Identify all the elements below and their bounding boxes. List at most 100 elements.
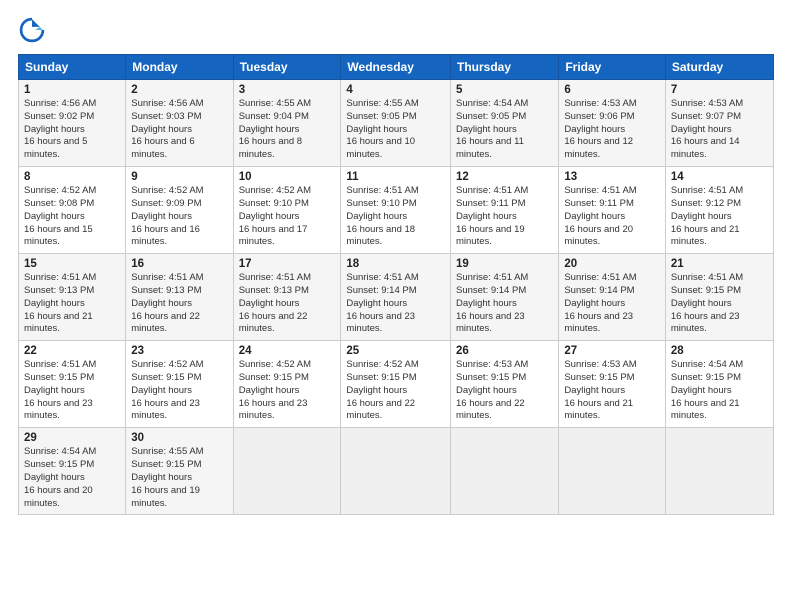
day-info: Sunrise: 4:52 AM Sunset: 9:15 PM Dayligh… — [131, 359, 227, 423]
sunset-label: Sunset: 9:15 PM — [346, 372, 416, 383]
day-cell: 4 Sunrise: 4:55 AM Sunset: 9:05 PM Dayli… — [341, 80, 451, 167]
daylight-value: 16 hours and 5 minutes. — [24, 136, 87, 160]
day-info: Sunrise: 4:51 AM Sunset: 9:11 PM Dayligh… — [456, 185, 553, 249]
sunset-label: Sunset: 9:15 PM — [131, 372, 201, 383]
day-info: Sunrise: 4:52 AM Sunset: 9:15 PM Dayligh… — [239, 359, 336, 423]
daylight-label: Daylight hours — [24, 385, 85, 396]
daylight-value: 16 hours and 21 minutes. — [671, 398, 740, 422]
sunset-label: Sunset: 9:11 PM — [564, 198, 634, 209]
week-row-2: 8 Sunrise: 4:52 AM Sunset: 9:08 PM Dayli… — [19, 167, 774, 254]
day-number: 7 — [671, 84, 768, 96]
day-number: 14 — [671, 171, 768, 183]
daylight-label: Daylight hours — [239, 385, 300, 396]
daylight-value: 16 hours and 19 minutes. — [456, 224, 525, 248]
daylight-label: Daylight hours — [564, 385, 625, 396]
day-info: Sunrise: 4:54 AM Sunset: 9:15 PM Dayligh… — [671, 359, 768, 423]
sunset-label: Sunset: 9:15 PM — [24, 372, 94, 383]
weekday-tuesday: Tuesday — [233, 55, 341, 80]
sunset-label: Sunset: 9:04 PM — [239, 111, 309, 122]
daylight-label: Daylight hours — [564, 211, 625, 222]
sunset-label: Sunset: 9:11 PM — [456, 198, 526, 209]
day-number: 3 — [239, 84, 336, 96]
daylight-value: 16 hours and 6 minutes. — [131, 136, 194, 160]
daylight-label: Daylight hours — [456, 124, 517, 135]
weekday-header-row: SundayMondayTuesdayWednesdayThursdayFrid… — [19, 55, 774, 80]
day-info: Sunrise: 4:51 AM Sunset: 9:11 PM Dayligh… — [564, 185, 660, 249]
day-number: 1 — [24, 84, 120, 96]
daylight-value: 16 hours and 22 minutes. — [456, 398, 525, 422]
day-number: 23 — [131, 345, 227, 357]
sunset-label: Sunset: 9:02 PM — [24, 111, 94, 122]
day-cell: 8 Sunrise: 4:52 AM Sunset: 9:08 PM Dayli… — [19, 167, 126, 254]
day-number: 6 — [564, 84, 660, 96]
week-row-1: 1 Sunrise: 4:56 AM Sunset: 9:02 PM Dayli… — [19, 80, 774, 167]
daylight-value: 16 hours and 23 minutes. — [564, 311, 633, 335]
daylight-value: 16 hours and 23 minutes. — [24, 398, 93, 422]
day-cell: 29 Sunrise: 4:54 AM Sunset: 9:15 PM Dayl… — [19, 428, 126, 515]
day-number: 17 — [239, 258, 336, 270]
day-cell: 6 Sunrise: 4:53 AM Sunset: 9:06 PM Dayli… — [559, 80, 666, 167]
day-info: Sunrise: 4:52 AM Sunset: 9:08 PM Dayligh… — [24, 185, 120, 249]
daylight-label: Daylight hours — [24, 472, 85, 483]
daylight-label: Daylight hours — [671, 298, 732, 309]
day-info: Sunrise: 4:51 AM Sunset: 9:13 PM Dayligh… — [131, 272, 227, 336]
day-number: 11 — [346, 171, 445, 183]
week-row-4: 22 Sunrise: 4:51 AM Sunset: 9:15 PM Dayl… — [19, 341, 774, 428]
daylight-value: 16 hours and 20 minutes. — [24, 485, 93, 509]
logo-icon — [18, 16, 46, 44]
day-number: 22 — [24, 345, 120, 357]
day-info: Sunrise: 4:51 AM Sunset: 9:12 PM Dayligh… — [671, 185, 768, 249]
daylight-value: 16 hours and 22 minutes. — [131, 311, 200, 335]
sunrise-label: Sunrise: 4:51 AM — [456, 272, 528, 283]
sunrise-label: Sunrise: 4:51 AM — [239, 272, 311, 283]
day-number: 27 — [564, 345, 660, 357]
daylight-label: Daylight hours — [564, 124, 625, 135]
daylight-label: Daylight hours — [131, 124, 192, 135]
daylight-label: Daylight hours — [24, 211, 85, 222]
day-info: Sunrise: 4:53 AM Sunset: 9:06 PM Dayligh… — [564, 98, 660, 162]
sunset-label: Sunset: 9:12 PM — [671, 198, 741, 209]
day-info: Sunrise: 4:51 AM Sunset: 9:13 PM Dayligh… — [239, 272, 336, 336]
weekday-friday: Friday — [559, 55, 666, 80]
daylight-value: 16 hours and 18 minutes. — [346, 224, 415, 248]
daylight-label: Daylight hours — [346, 124, 407, 135]
day-info: Sunrise: 4:56 AM Sunset: 9:03 PM Dayligh… — [131, 98, 227, 162]
daylight-label: Daylight hours — [239, 211, 300, 222]
day-cell — [233, 428, 341, 515]
day-cell: 26 Sunrise: 4:53 AM Sunset: 9:15 PM Dayl… — [451, 341, 559, 428]
day-info: Sunrise: 4:53 AM Sunset: 9:15 PM Dayligh… — [456, 359, 553, 423]
sunrise-label: Sunrise: 4:51 AM — [24, 359, 96, 370]
sunrise-label: Sunrise: 4:53 AM — [564, 98, 636, 109]
daylight-label: Daylight hours — [671, 124, 732, 135]
day-number: 20 — [564, 258, 660, 270]
day-number: 28 — [671, 345, 768, 357]
sunset-label: Sunset: 9:06 PM — [564, 111, 634, 122]
daylight-label: Daylight hours — [671, 211, 732, 222]
day-info: Sunrise: 4:54 AM Sunset: 9:05 PM Dayligh… — [456, 98, 553, 162]
day-number: 21 — [671, 258, 768, 270]
sunrise-label: Sunrise: 4:51 AM — [671, 272, 743, 283]
day-cell: 11 Sunrise: 4:51 AM Sunset: 9:10 PM Dayl… — [341, 167, 451, 254]
sunset-label: Sunset: 9:13 PM — [131, 285, 201, 296]
day-cell: 1 Sunrise: 4:56 AM Sunset: 9:02 PM Dayli… — [19, 80, 126, 167]
weekday-sunday: Sunday — [19, 55, 126, 80]
sunrise-label: Sunrise: 4:53 AM — [671, 98, 743, 109]
day-number: 2 — [131, 84, 227, 96]
day-cell: 21 Sunrise: 4:51 AM Sunset: 9:15 PM Dayl… — [665, 254, 773, 341]
daylight-label: Daylight hours — [131, 298, 192, 309]
sunset-label: Sunset: 9:09 PM — [131, 198, 201, 209]
day-number: 26 — [456, 345, 553, 357]
daylight-label: Daylight hours — [456, 211, 517, 222]
sunrise-label: Sunrise: 4:53 AM — [564, 359, 636, 370]
day-cell: 7 Sunrise: 4:53 AM Sunset: 9:07 PM Dayli… — [665, 80, 773, 167]
daylight-value: 16 hours and 22 minutes. — [346, 398, 415, 422]
daylight-value: 16 hours and 14 minutes. — [671, 136, 740, 160]
daylight-label: Daylight hours — [346, 211, 407, 222]
sunset-label: Sunset: 9:05 PM — [456, 111, 526, 122]
day-cell: 12 Sunrise: 4:51 AM Sunset: 9:11 PM Dayl… — [451, 167, 559, 254]
sunrise-label: Sunrise: 4:54 AM — [24, 446, 96, 457]
day-cell: 5 Sunrise: 4:54 AM Sunset: 9:05 PM Dayli… — [451, 80, 559, 167]
day-number: 25 — [346, 345, 445, 357]
header — [18, 16, 774, 44]
day-cell: 10 Sunrise: 4:52 AM Sunset: 9:10 PM Dayl… — [233, 167, 341, 254]
